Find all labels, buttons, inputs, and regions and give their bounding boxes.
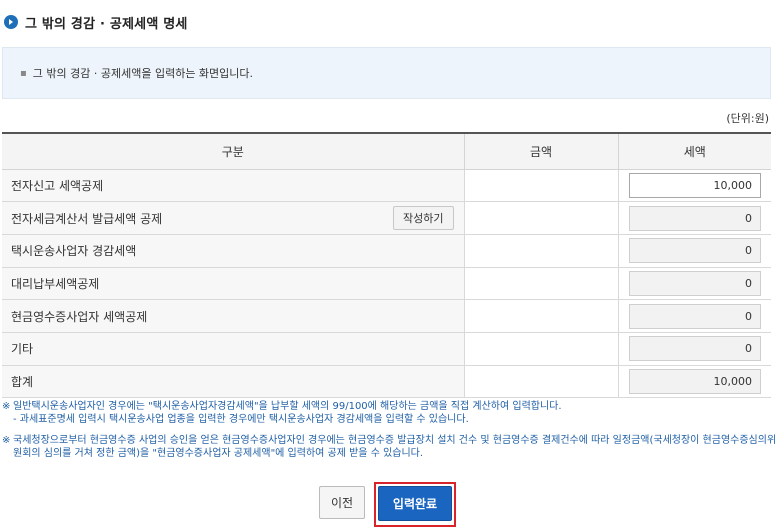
button-bar: 이전 입력완료 <box>0 482 781 527</box>
submit-button[interactable]: 입력완료 <box>378 486 452 521</box>
table-row: 현금영수증사업자 세액공제 0 <box>2 299 771 333</box>
page-title: 그 밖의 경감 · 공제세액 명세 <box>25 16 188 32</box>
write-button[interactable]: 작성하기 <box>393 206 454 231</box>
unit-label: (단위:원) <box>726 112 769 125</box>
table-row-total: 합계 10,000 <box>2 365 771 399</box>
table-row: 기타 0 <box>2 332 771 366</box>
amount-cell <box>463 332 618 366</box>
notes: ※ 일반택시운송사업자인 경우에는 "택시운송사업자경감세액"을 납부할 세액의… <box>2 400 777 460</box>
note-2: ※ 국세청장으로부터 현금영수증 사업의 승인을 얻은 현금영수증사업자인 경우… <box>2 434 777 460</box>
info-text: 그 밖의 경감 · 공제세액을 입력하는 화면입니다. <box>32 67 254 80</box>
note-2-text: 국세청장으로부터 현금영수증 사업의 승인을 얻은 현금영수증사업자인 경우에는… <box>13 435 777 459</box>
note-1-text: 일반택시운송사업자인 경우에는 "택시운송사업자경감세액"을 납부할 세액의 9… <box>13 401 562 412</box>
table-row: 전자세금계산서 발급세액 공제 작성하기 0 <box>2 201 771 235</box>
row-label: 대리납부세액공제 <box>2 267 464 301</box>
table-row: 택시운송사업자 경감세액 0 <box>2 234 771 268</box>
amount-cell <box>463 169 618 203</box>
table-header-row: 구분 금액 세액 <box>2 132 771 170</box>
cash-receipt-credit-value: 0 <box>628 303 761 329</box>
table-row: 대리납부세액공제 0 <box>2 267 771 301</box>
amount-cell <box>463 365 618 399</box>
row-label: 전자세금계산서 발급세액 공제 <box>11 211 163 226</box>
header-category: 구분 <box>2 132 464 170</box>
highlight-box: 입력완료 <box>374 482 456 527</box>
note-1: ※ 일반택시운송사업자인 경우에는 "택시운송사업자경감세액"을 납부할 세액의… <box>2 400 777 426</box>
note-mark: ※ <box>2 435 11 446</box>
note-mark: ※ <box>2 401 11 412</box>
header-tax: 세액 <box>617 132 771 170</box>
row-label: 합계 <box>2 365 464 399</box>
deduction-table: 구분 금액 세액 전자신고 세액공제 10,000 전자세금계산서 발급세액 공… <box>2 132 771 399</box>
row-label: 택시운송사업자 경감세액 <box>2 234 464 268</box>
row-label: 전자신고 세액공제 <box>2 169 464 203</box>
row-label: 현금영수증사업자 세액공제 <box>2 299 464 333</box>
prev-button[interactable]: 이전 <box>319 486 365 519</box>
amount-cell <box>463 201 618 235</box>
amount-cell <box>463 267 618 301</box>
row-label: 기타 <box>2 332 464 366</box>
note-1-sub: - 과세표준명세 입력시 택시운송사업 업종을 입력한 경우에만 택시운송사업자… <box>13 414 469 425</box>
row-label-cell: 전자세금계산서 발급세액 공제 작성하기 <box>2 201 464 235</box>
table-row: 전자신고 세액공제 10,000 <box>2 169 771 203</box>
amount-cell <box>463 234 618 268</box>
e-filing-credit-input[interactable]: 10,000 <box>628 172 761 198</box>
other-credit-value: 0 <box>628 336 761 362</box>
header-amount: 금액 <box>463 132 618 170</box>
total-value: 10,000 <box>628 368 761 394</box>
arrow-right-circle-icon <box>4 15 18 29</box>
amount-cell <box>463 299 618 333</box>
taxi-reduction-value: 0 <box>628 238 761 264</box>
e-invoice-credit-value: 0 <box>628 205 761 231</box>
info-box: ▪ 그 밖의 경감 · 공제세액을 입력하는 화면입니다. <box>2 47 771 99</box>
proxy-payment-credit-value: 0 <box>628 270 761 296</box>
page-title-row: 그 밖의 경감 · 공제세액 명세 <box>4 12 188 32</box>
bullet-icon: ▪ <box>20 67 27 79</box>
